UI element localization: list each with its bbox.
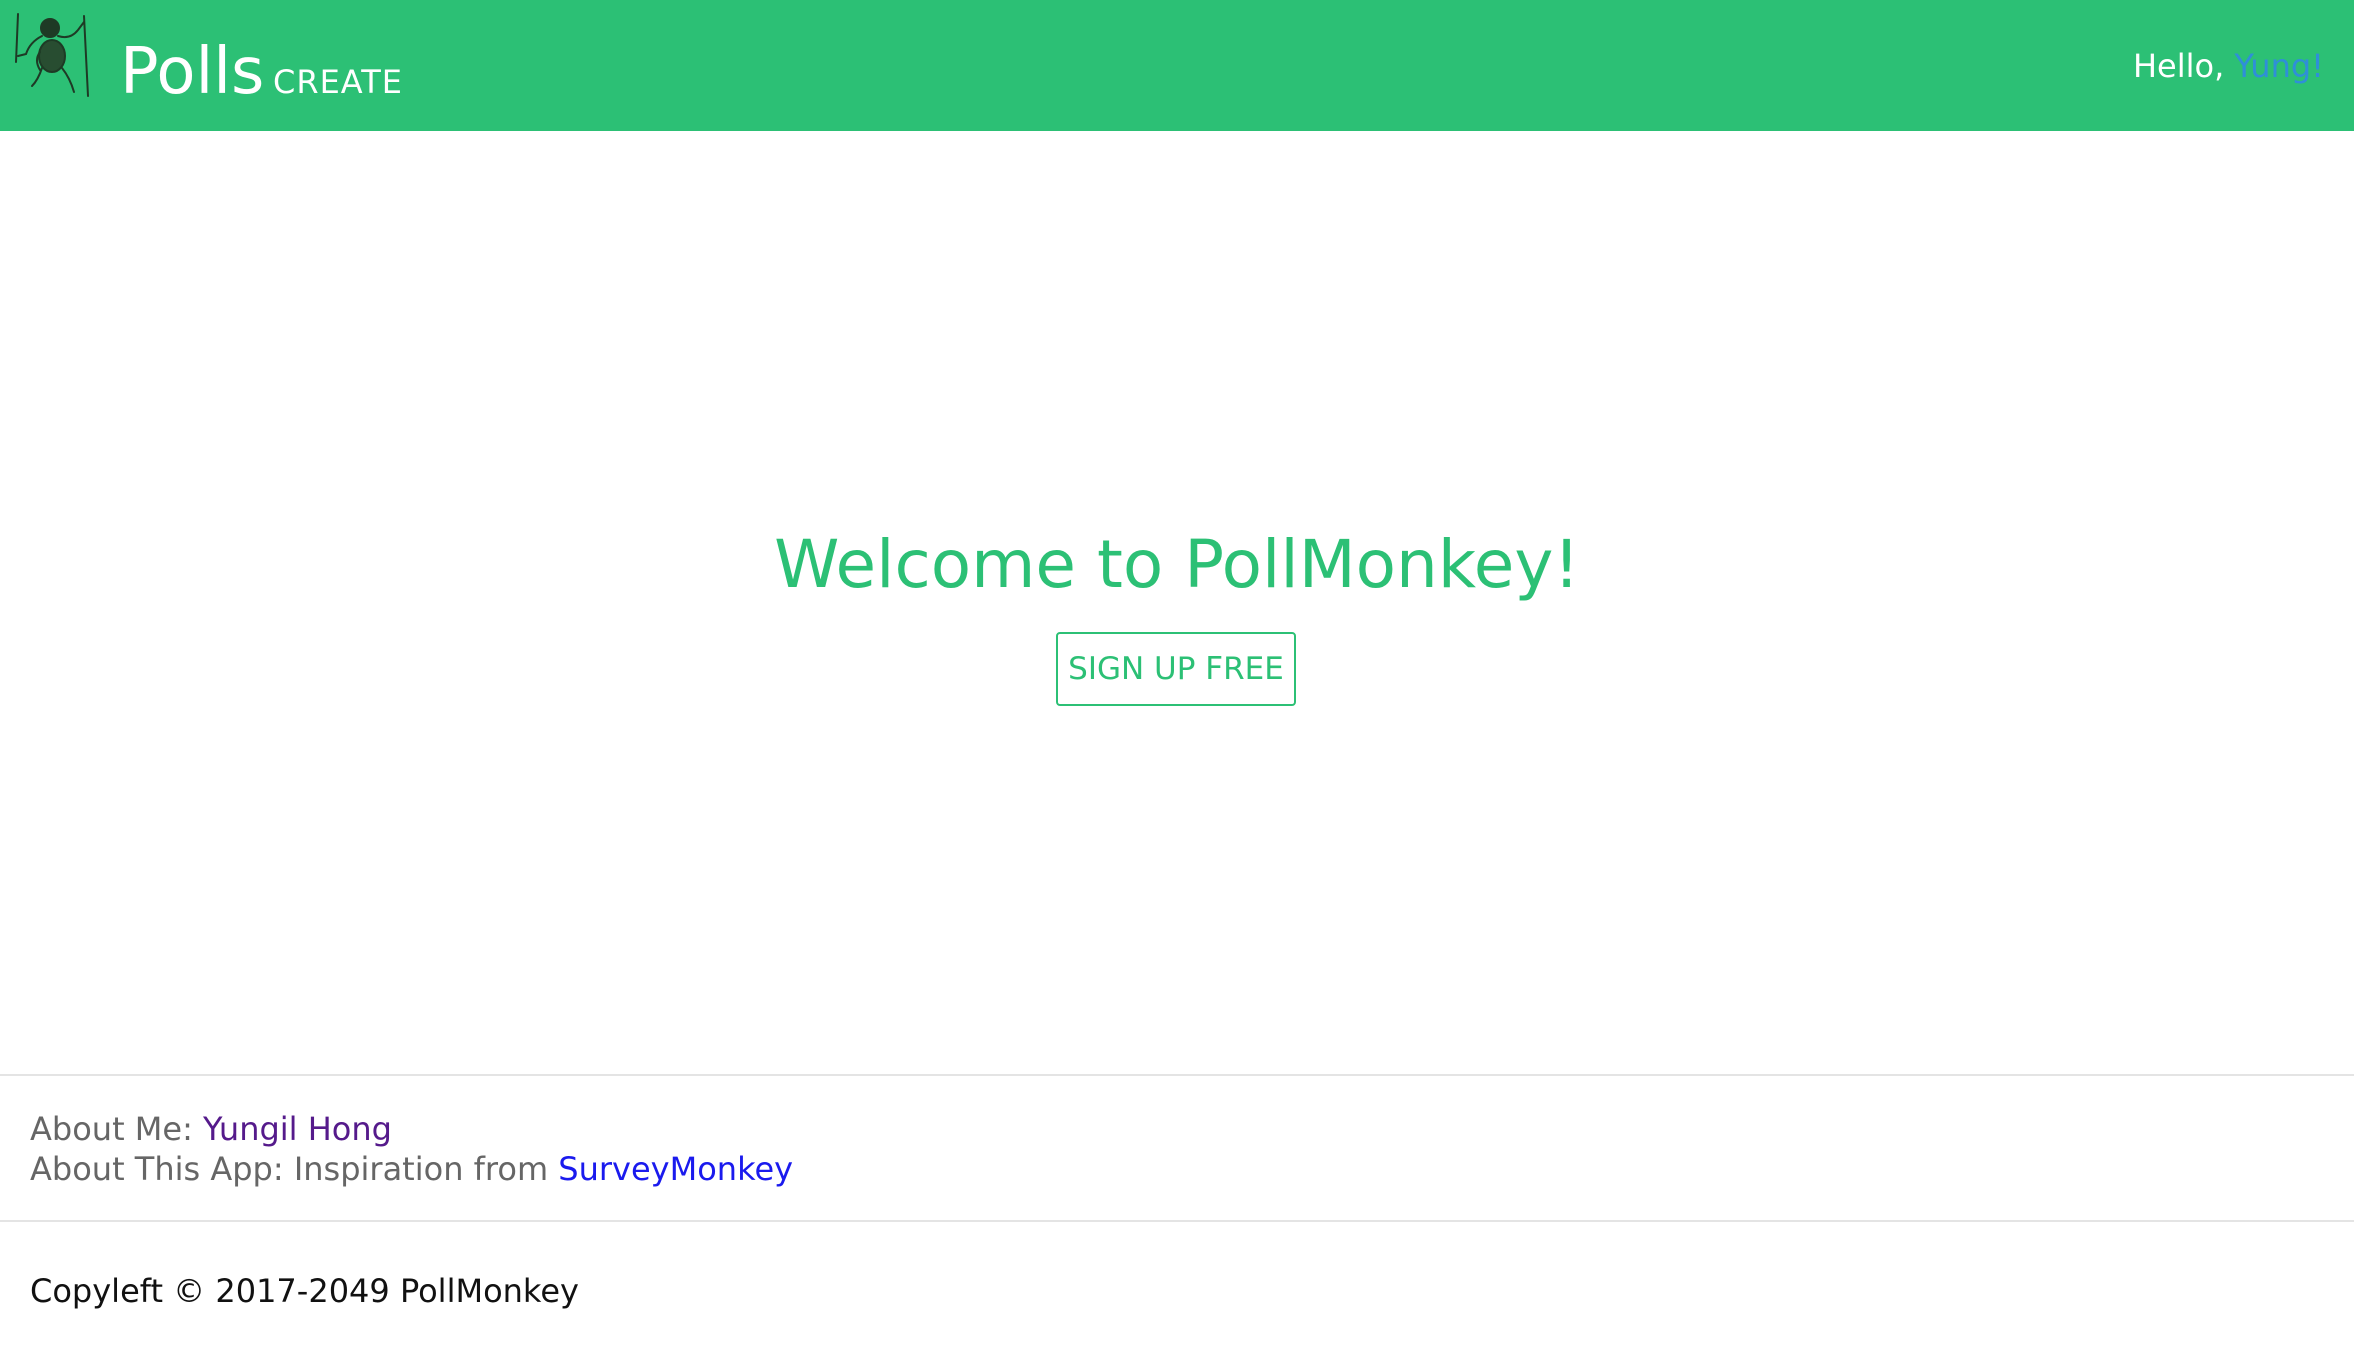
about-me-label: About Me:: [30, 1110, 193, 1148]
about-app-label: About This App: Inspiration from: [30, 1150, 549, 1188]
surveymonkey-link[interactable]: SurveyMonkey: [558, 1150, 793, 1188]
signup-button[interactable]: SIGN UP FREE: [1056, 632, 1296, 706]
username-link[interactable]: Yung!: [2234, 47, 2324, 85]
footer-divider-bottom: [0, 1220, 2354, 1222]
user-greeting: Hello, Yung!: [2133, 44, 2324, 88]
monkey-logo-icon[interactable]: [12, 12, 94, 98]
greeting-text: Hello,: [2132, 47, 2225, 85]
brand-link[interactable]: Polls: [120, 32, 264, 112]
footer-divider-top: [0, 1074, 2354, 1076]
create-link[interactable]: CREATE: [273, 62, 403, 102]
about-app-line: About This App: Inspiration from SurveyM…: [30, 1149, 793, 1189]
about-me-line: About Me: Yungil Hong: [30, 1109, 392, 1149]
top-navbar: Polls CREATE Hello, Yung!: [0, 0, 2354, 131]
welcome-title: Welcome to PollMonkey!: [774, 526, 1580, 603]
about-me-link[interactable]: Yungil Hong: [203, 1110, 392, 1148]
copyright-text: Copyleft © 2017-2049 PollMonkey: [30, 1272, 579, 1310]
